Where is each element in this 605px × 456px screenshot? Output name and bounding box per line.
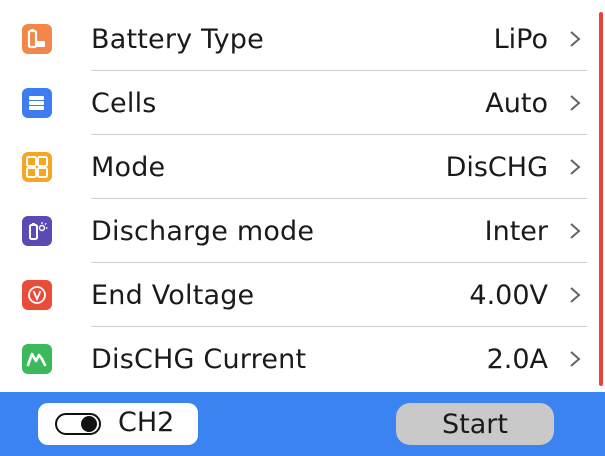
charger-screen: Battery Type LiPo Cells Auto Mode DisCHG… <box>0 0 605 456</box>
discharge-bulb-icon <box>22 216 52 246</box>
setting-value: Auto <box>485 87 548 119</box>
channel-toggle-button[interactable]: CH2 <box>38 403 198 445</box>
start-button[interactable]: Start <box>396 403 554 445</box>
setting-label: DisCHG Current <box>91 343 307 375</box>
setting-value: LiPo <box>493 23 548 55</box>
top-edge <box>0 0 605 7</box>
setting-row-mode[interactable]: Mode DisCHG <box>0 135 597 199</box>
chevron-right-icon <box>570 159 581 175</box>
setting-label: Mode <box>91 151 166 183</box>
bottom-bar: CH2 Start <box>0 392 605 456</box>
channel-label: CH2 <box>118 407 175 438</box>
toggle-knob <box>81 416 97 432</box>
setting-row-battery-type[interactable]: Battery Type LiPo <box>0 7 597 71</box>
setting-row-dischg-current[interactable]: DisCHG Current 2.0A <box>0 327 597 391</box>
setting-label: Battery Type <box>91 23 264 55</box>
setting-label: Discharge mode <box>91 215 315 247</box>
toggle-switch-icon <box>55 413 101 435</box>
setting-value: DisCHG <box>445 151 548 183</box>
chevron-right-icon <box>570 351 581 367</box>
current-wave-icon <box>22 344 52 374</box>
setting-row-discharge-mode[interactable]: Discharge mode Inter <box>0 199 597 263</box>
setting-value: 4.00V <box>469 279 548 311</box>
setting-value: Inter <box>484 215 548 247</box>
battery-icon <box>22 24 52 54</box>
settings-list: Battery Type LiPo Cells Auto Mode DisCHG… <box>0 7 597 391</box>
chevron-right-icon <box>570 223 581 239</box>
voltage-icon <box>22 280 52 310</box>
chevron-right-icon <box>570 95 581 111</box>
scrollbar[interactable] <box>599 12 603 386</box>
chevron-right-icon <box>570 31 581 47</box>
setting-label: End Voltage <box>91 279 255 311</box>
cells-icon <box>22 88 52 118</box>
setting-row-cells[interactable]: Cells Auto <box>0 71 597 135</box>
setting-row-end-voltage[interactable]: End Voltage 4.00V <box>0 263 597 327</box>
setting-label: Cells <box>91 87 157 119</box>
mode-grid-icon <box>22 152 52 182</box>
setting-value: 2.0A <box>486 343 548 375</box>
chevron-right-icon <box>570 287 581 303</box>
